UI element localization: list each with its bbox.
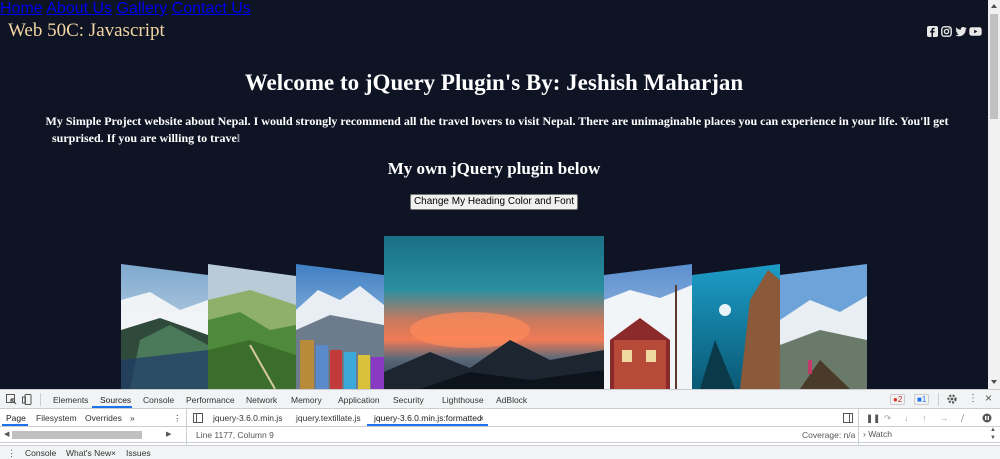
nav-tabs-more[interactable]: » bbox=[130, 413, 135, 423]
drawer-tab-issues[interactable]: Issues bbox=[126, 448, 151, 458]
carousel-image-4[interactable] bbox=[384, 236, 604, 389]
tab-sources[interactable]: Sources bbox=[100, 395, 131, 405]
tab-elements[interactable]: Elements bbox=[53, 395, 88, 405]
tab-memory[interactable]: Memory bbox=[291, 395, 322, 405]
nav-tab-overrides[interactable]: Overrides bbox=[85, 413, 122, 423]
page-scrollbar[interactable] bbox=[988, 0, 1000, 389]
active-tab-indicator bbox=[92, 406, 132, 408]
errors-count: 2 bbox=[897, 395, 903, 404]
carousel-image-1[interactable] bbox=[121, 264, 208, 389]
pause-on-exceptions-icon[interactable] bbox=[982, 413, 992, 425]
tab-console[interactable]: Console bbox=[143, 395, 174, 405]
tab-application[interactable]: Application bbox=[338, 395, 380, 405]
drawer-menu-icon[interactable]: ⋮ bbox=[7, 448, 16, 459]
carousel-image-7[interactable] bbox=[780, 264, 867, 389]
debugger-scroll-down-icon[interactable]: ▼ bbox=[990, 435, 996, 441]
errors-badge[interactable]: ●2 bbox=[890, 394, 906, 405]
devtools-panel: Elements Sources Console Performance Net… bbox=[0, 389, 1000, 459]
tab-lighthouse[interactable]: Lighthouse bbox=[442, 395, 484, 405]
messages-count: 1 bbox=[921, 395, 927, 404]
settings-gear-icon[interactable] bbox=[946, 393, 958, 407]
close-whats-new-icon[interactable]: × bbox=[111, 448, 116, 458]
step-icon[interactable]: → bbox=[940, 413, 949, 423]
pause-icon[interactable]: ❚❚ bbox=[866, 413, 880, 424]
scroll-left-icon[interactable]: ◀ bbox=[4, 430, 9, 438]
carousel-image-6[interactable] bbox=[692, 264, 780, 389]
tab-performance[interactable]: Performance bbox=[186, 395, 235, 405]
drawer-tab-console[interactable]: Console bbox=[25, 448, 56, 458]
navigator-menu-icon[interactable]: ⋮ bbox=[173, 413, 182, 424]
carousel-image-5[interactable] bbox=[604, 264, 692, 389]
toggle-debugger-icon[interactable] bbox=[843, 413, 853, 425]
tab-network[interactable]: Network bbox=[246, 395, 277, 405]
more-options-icon[interactable]: ⋮ bbox=[968, 393, 978, 404]
drawer-tab-whats-new[interactable]: What's New bbox=[66, 448, 111, 458]
watch-section[interactable]: › Watch bbox=[863, 429, 892, 439]
image-carousel bbox=[0, 0, 988, 389]
toggle-navigator-icon[interactable] bbox=[193, 413, 203, 425]
messages-badge[interactable]: ■1 bbox=[914, 394, 930, 405]
carousel-image-2[interactable] bbox=[208, 264, 296, 389]
devtools-drawer: ⋮ Console What's New × Issues bbox=[0, 445, 1000, 459]
scroll-down-arrow-icon[interactable] bbox=[991, 380, 997, 384]
file-tab-jquery-formatted[interactable]: jquery-3.6.0.min.js:formatted bbox=[374, 413, 482, 423]
navigator-scrollbar[interactable] bbox=[12, 431, 142, 439]
deactivate-breakpoints-icon[interactable]: ⧸ bbox=[961, 413, 964, 424]
browser-viewport: Web 50C: Javascript Home About Us Galler… bbox=[0, 0, 1000, 389]
file-tab-textillate[interactable]: jquery.textillate.js bbox=[296, 413, 361, 423]
step-over-icon[interactable]: ↷ bbox=[884, 413, 891, 424]
sources-toolbar: Page Filesystem Overrides » ⋮ jquery-3.6… bbox=[0, 409, 1000, 446]
web-page: Web 50C: Javascript Home About Us Galler… bbox=[0, 0, 988, 389]
cursor-position: Line 1177, Column 9 bbox=[196, 430, 274, 440]
device-toolbar-icon[interactable] bbox=[22, 394, 33, 407]
file-tab-jquery-min[interactable]: jquery-3.6.0.min.js bbox=[213, 413, 282, 423]
nav-tab-filesystem[interactable]: Filesystem bbox=[36, 413, 77, 423]
debugger-scroll-up-icon[interactable]: ▲ bbox=[990, 427, 996, 433]
tab-adblock[interactable]: AdBlock bbox=[496, 395, 527, 405]
scroll-thumb[interactable] bbox=[990, 14, 998, 119]
coverage-status[interactable]: Coverage: n/a bbox=[802, 430, 855, 440]
close-file-tab-icon[interactable]: × bbox=[479, 413, 484, 423]
carousel-image-3[interactable] bbox=[296, 264, 384, 389]
sources-status-row: ◀ ▶ Line 1177, Column 9 Coverage: n/a › … bbox=[0, 427, 1000, 443]
scroll-up-arrow-icon[interactable] bbox=[991, 4, 997, 8]
inspect-element-icon[interactable] bbox=[6, 394, 17, 407]
watch-label: Watch bbox=[868, 429, 892, 439]
nav-tab-page[interactable]: Page bbox=[6, 413, 26, 423]
step-out-icon[interactable]: ↑ bbox=[922, 413, 926, 423]
close-devtools-icon[interactable]: × bbox=[985, 391, 992, 405]
step-into-icon[interactable]: ↓ bbox=[904, 413, 908, 423]
devtools-tab-bar: Elements Sources Console Performance Net… bbox=[0, 390, 1000, 409]
tab-security[interactable]: Security bbox=[393, 395, 424, 405]
scroll-right-icon[interactable]: ▶ bbox=[166, 430, 171, 438]
